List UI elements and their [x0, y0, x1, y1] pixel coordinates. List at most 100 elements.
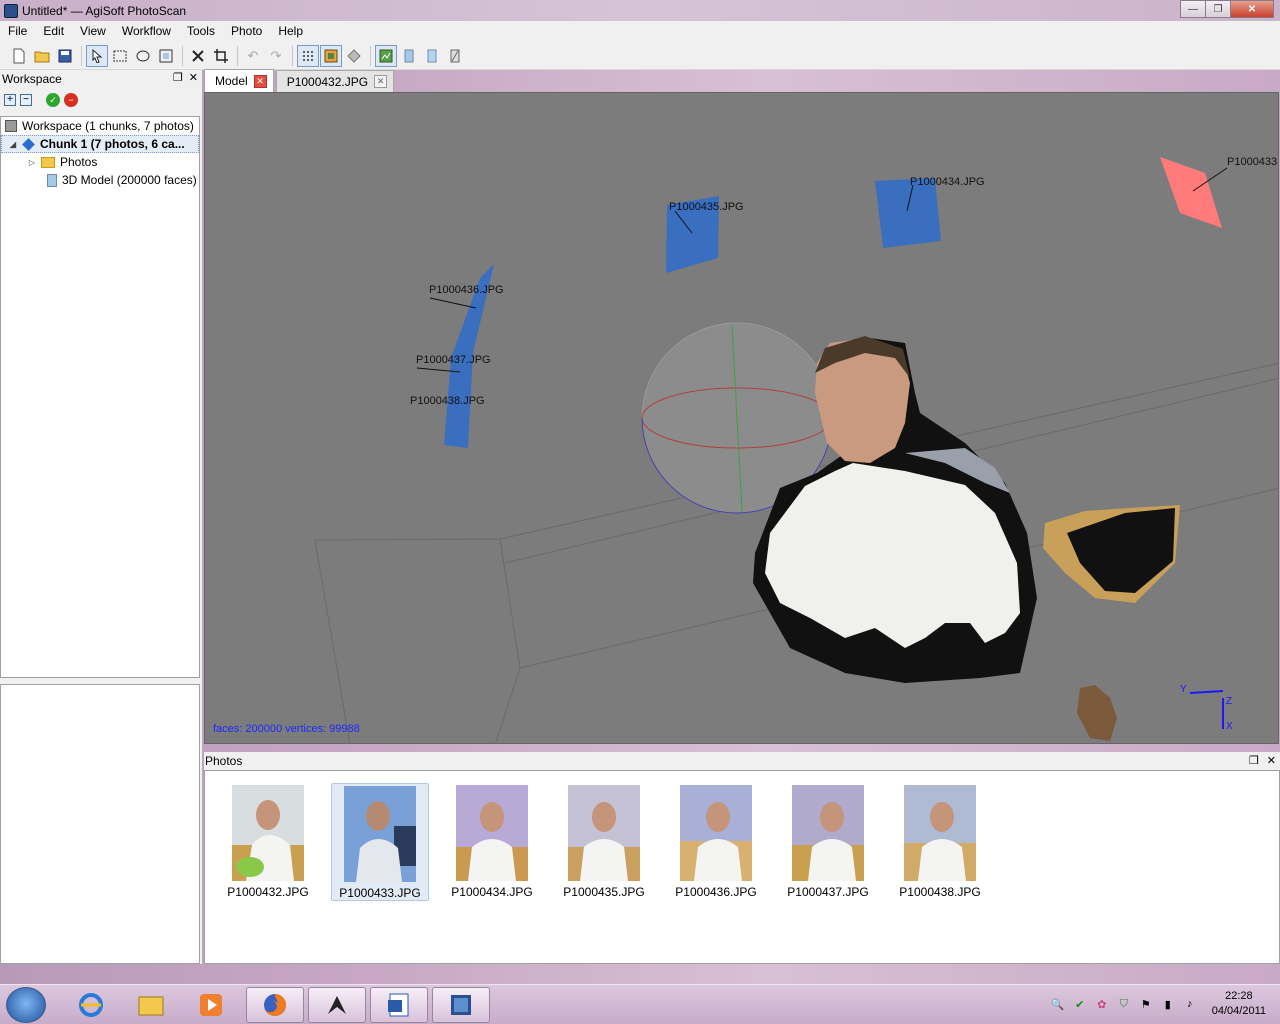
menu-tools[interactable]: Tools [179, 21, 223, 42]
panel-close-icon[interactable]: ✕ [189, 71, 198, 84]
photos-panel: P1000432.JPG P1000433.JPG P1000434.JPG P… [204, 770, 1280, 964]
menu-edit[interactable]: Edit [35, 21, 72, 42]
tree-item-workspace[interactable]: Workspace (1 chunks, 7 photos) [1, 117, 199, 135]
minimize-button[interactable]: — [1180, 0, 1206, 18]
tab-close-icon[interactable]: ✕ [253, 74, 267, 88]
tab-photo[interactable]: P1000432.JPG ✕ [275, 70, 395, 92]
free-select-icon[interactable] [155, 45, 177, 67]
camera-label: P1000437.JPG [416, 354, 491, 366]
ellipse-select-icon[interactable] [132, 45, 154, 67]
system-tray: 🔍 ✔ ✿ ⛉ ⚑ ▮ ♪ 22:28 04/04/2011 [1050, 989, 1266, 1019]
photo-image [456, 785, 528, 881]
photo-name: P1000437.JPG [787, 885, 869, 899]
app-tray-icon[interactable]: ✿ [1094, 996, 1110, 1012]
tab-label: P1000432.JPG [286, 74, 369, 89]
delete-icon[interactable] [187, 45, 209, 67]
photos-panel-header: Photos ❐ ✕ [204, 752, 1280, 770]
tree-item-photos[interactable]: ▷ Photos [1, 153, 199, 171]
toolbar-separator [182, 45, 183, 66]
photo-thumbnail[interactable]: P1000438.JPG [891, 783, 989, 901]
redo-icon[interactable]: ↷ [265, 45, 287, 67]
build-icon[interactable] [421, 45, 443, 67]
tree-item-label: Photos [60, 155, 98, 169]
zbrush-icon[interactable] [308, 987, 366, 1023]
camera-label: P1000438.JPG [410, 395, 485, 407]
enable-icon[interactable]: ✓ [46, 93, 60, 107]
expand-arrow-icon[interactable]: ▷ [27, 158, 37, 167]
texture-icon[interactable] [444, 45, 466, 67]
workspace-panel: Workspace ❐ ✕ + − ✓ − Workspace (1 chunk… [0, 70, 202, 964]
photo-name: P1000435.JPG [563, 885, 645, 899]
internet-explorer-icon[interactable] [62, 987, 120, 1023]
photo-name: P1000432.JPG [227, 885, 309, 899]
camera-show-icon[interactable] [375, 44, 397, 67]
camera-plane[interactable] [875, 178, 941, 248]
undo-icon[interactable]: ↶ [242, 45, 264, 67]
photoscan-icon[interactable] [432, 987, 490, 1023]
tree-item-label: Workspace (1 chunks, 7 photos) [22, 119, 194, 133]
volume-icon[interactable]: ♪ [1182, 996, 1198, 1012]
textured-icon[interactable] [320, 44, 342, 67]
photo-thumbnail[interactable]: P1000436.JPG [667, 783, 765, 901]
security-icon[interactable]: ⛉ [1116, 996, 1132, 1012]
camera-label: P1000434.JPG [910, 176, 985, 188]
photo-thumbnail[interactable]: P1000432.JPG [219, 783, 317, 901]
network-search-icon[interactable]: 🔍 [1050, 996, 1066, 1012]
camera-plane-selected[interactable] [1160, 157, 1222, 228]
window-title: Untitled* — AgiSoft PhotoScan [22, 3, 187, 18]
photo-image [232, 785, 304, 881]
photo-thumbnail[interactable]: P1000433.JPG [331, 783, 429, 901]
save-icon[interactable] [54, 45, 76, 67]
undock-icon[interactable]: ❐ [173, 71, 183, 84]
tree-item-model[interactable]: 3D Model (200000 faces) [1, 171, 199, 189]
model-viewport[interactable]: P1000433. P1000434.JPG P1000435.JPG P100… [204, 92, 1279, 744]
file-explorer-icon[interactable] [122, 987, 180, 1023]
tree-item-chunk[interactable]: ◢ Chunk 1 (7 photos, 6 ca... [1, 135, 199, 153]
axis-x-label: X [1226, 721, 1233, 732]
start-button[interactable] [6, 987, 46, 1023]
workspace-title: Workspace [2, 72, 62, 86]
shaded-icon[interactable] [343, 45, 365, 67]
new-file-icon[interactable] [8, 45, 30, 67]
tab-model[interactable]: Model ✕ [204, 69, 274, 92]
crop-icon[interactable] [210, 45, 232, 67]
clock[interactable]: 22:28 04/04/2011 [1212, 989, 1266, 1019]
sync-icon[interactable]: ✔ [1072, 996, 1088, 1012]
point-cloud-icon[interactable] [297, 44, 319, 67]
firefox-icon[interactable] [246, 987, 304, 1023]
undock-icon[interactable]: ❐ [1249, 754, 1259, 767]
taskbar: 🔍 ✔ ✿ ⛉ ⚑ ▮ ♪ 22:28 04/04/2011 [0, 984, 1280, 1024]
menu-photo[interactable]: Photo [223, 21, 270, 42]
tree-item-label: Chunk 1 (7 photos, 6 ca... [40, 137, 185, 151]
photo-thumbnail[interactable]: P1000437.JPG [779, 783, 877, 901]
network-bars-icon[interactable]: ▮ [1160, 996, 1176, 1012]
panel-close-icon[interactable]: ✕ [1267, 754, 1276, 767]
toolbar-separator [370, 45, 371, 66]
menu-help[interactable]: Help [270, 21, 311, 42]
menu-workflow[interactable]: Workflow [114, 21, 179, 42]
menu-view[interactable]: View [72, 21, 114, 42]
disable-icon[interactable]: − [64, 93, 78, 107]
word-icon[interactable] [370, 987, 428, 1023]
rect-select-icon[interactable] [109, 45, 131, 67]
open-folder-icon[interactable] [31, 45, 53, 67]
tab-close-icon[interactable]: ✕ [374, 75, 388, 88]
remove-chunk-icon[interactable]: − [20, 94, 32, 106]
clock-time: 22:28 [1225, 990, 1253, 1002]
toolbar-separator [237, 45, 238, 66]
align-icon[interactable] [398, 45, 420, 67]
action-center-flag-icon[interactable]: ⚑ [1138, 996, 1154, 1012]
photo-thumbnail[interactable]: P1000435.JPG [555, 783, 653, 901]
axis-gizmo [1189, 690, 1224, 729]
photo-name: P1000433.JPG [339, 886, 421, 900]
photo-image [344, 786, 416, 882]
collapse-arrow-icon[interactable]: ◢ [8, 140, 18, 149]
maximize-button[interactable]: ❐ [1205, 0, 1231, 18]
window-controls: — ❐ ✕ [1180, 0, 1274, 18]
media-player-icon[interactable] [182, 987, 240, 1023]
menu-file[interactable]: File [0, 21, 35, 42]
pointer-icon[interactable] [86, 44, 108, 67]
photo-thumbnail[interactable]: P1000434.JPG [443, 783, 541, 901]
add-chunk-icon[interactable]: + [4, 94, 16, 106]
close-button[interactable]: ✕ [1230, 0, 1274, 18]
